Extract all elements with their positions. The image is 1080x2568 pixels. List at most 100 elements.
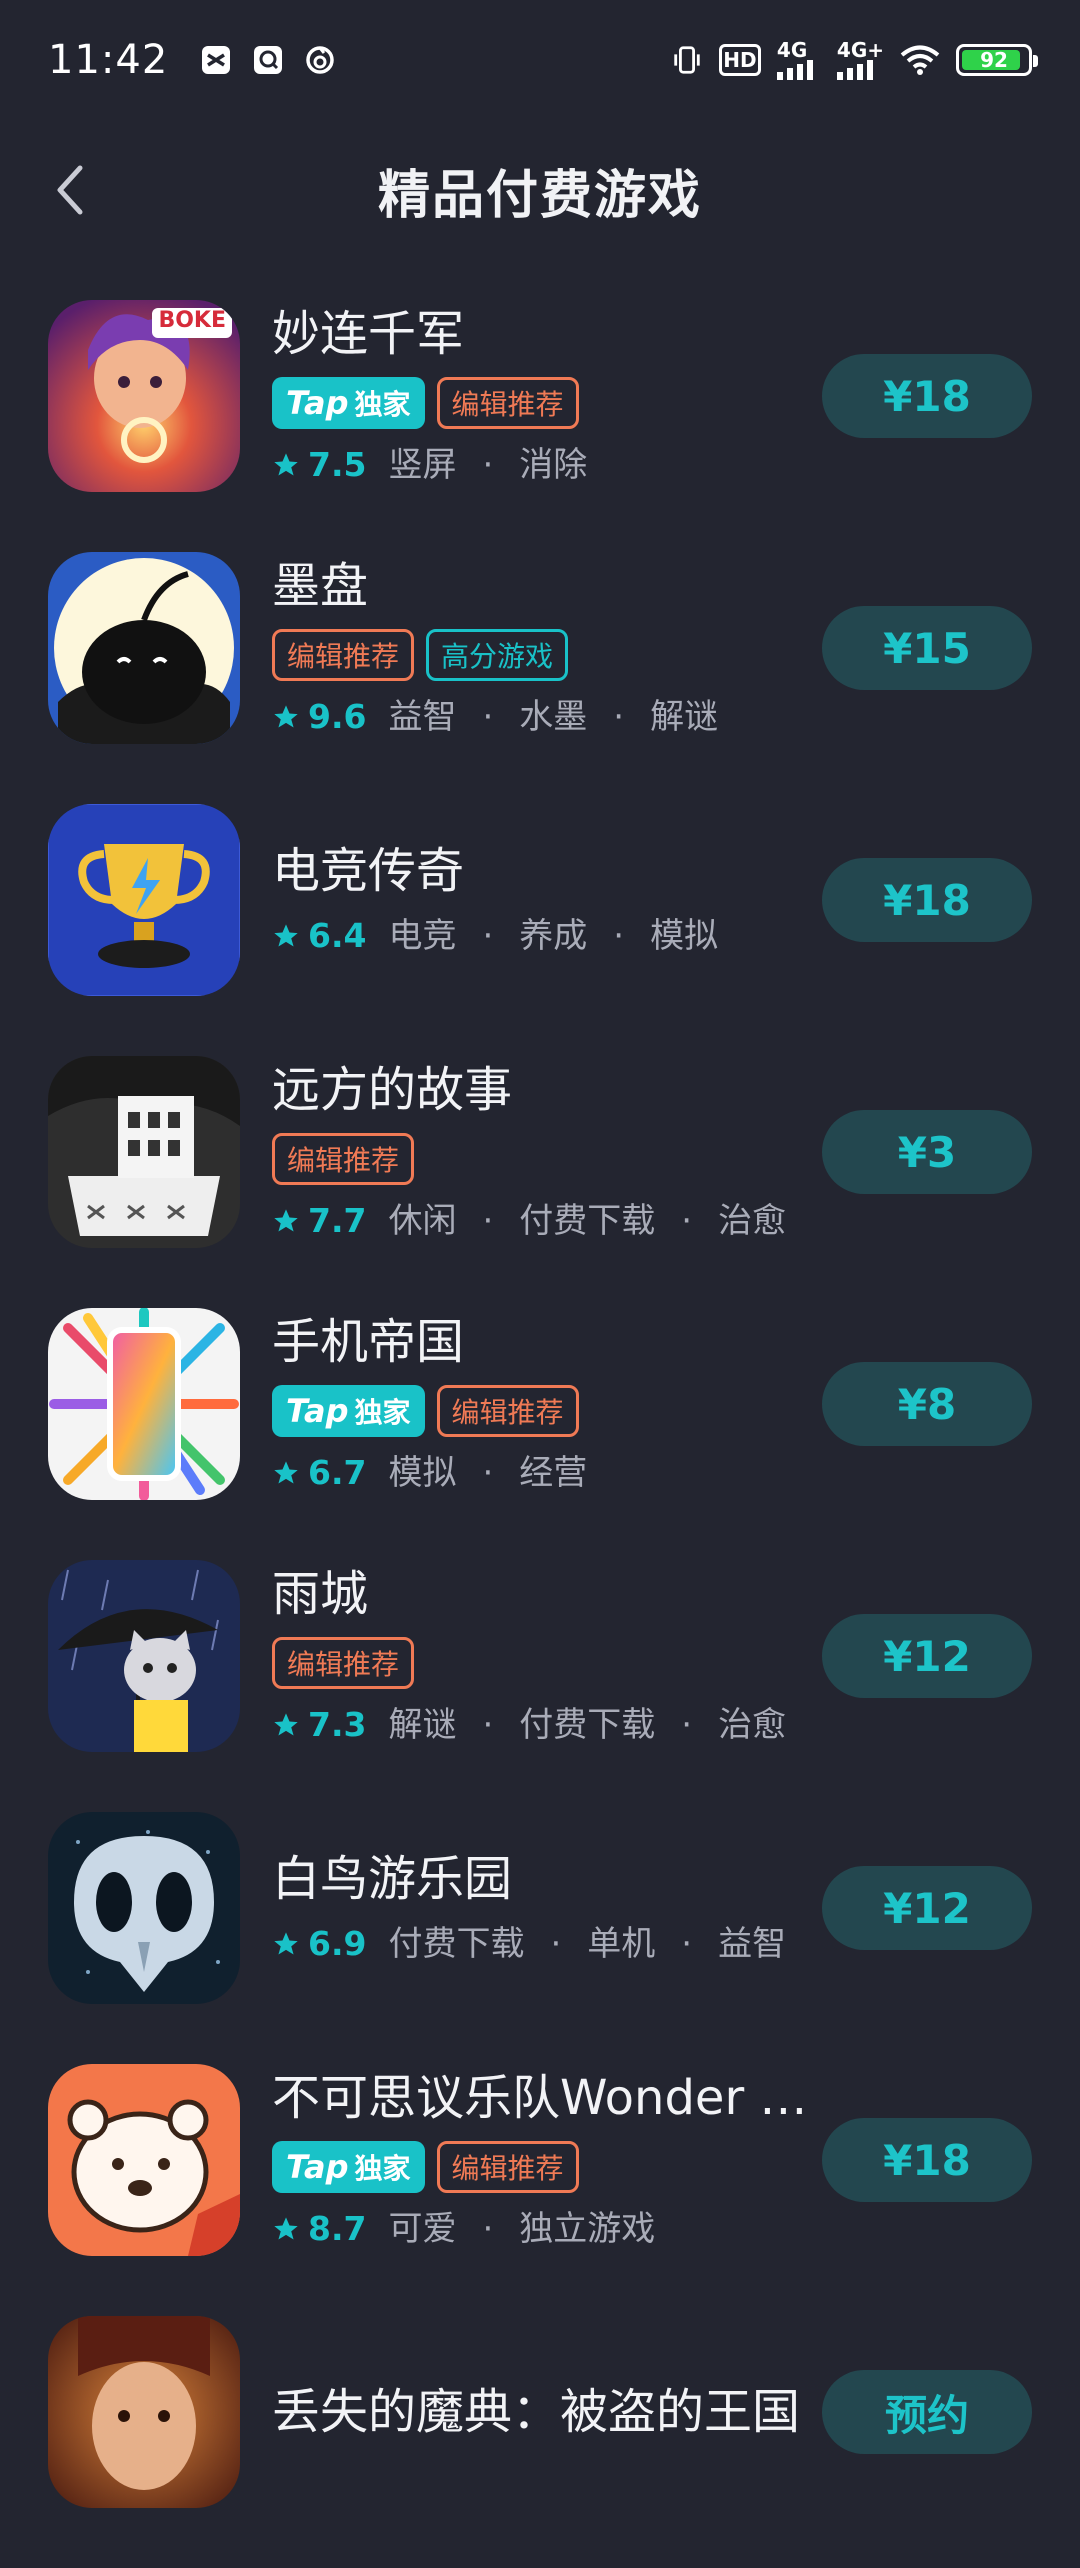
price-button[interactable]: ¥3 xyxy=(822,1110,1032,1194)
separator-dot: · xyxy=(681,1924,693,1964)
rating: 6.4 xyxy=(308,916,367,955)
icon-badge: BOKE xyxy=(158,308,226,333)
game-icon[interactable] xyxy=(48,552,240,744)
genre-tag: 消除 xyxy=(519,445,588,485)
genre-tag: 益智 xyxy=(718,1924,787,1964)
meta-row: 8.7 可爱 · 独立游戏 xyxy=(272,2207,812,2251)
separator-dot: · xyxy=(482,445,494,485)
genre-tag: 单机 xyxy=(587,1924,656,1964)
game-list: BOKE 妙连千军 Tap 独家 编辑推荐 7.5 竖屏 · 消除 ¥18 墨盘… xyxy=(0,300,1080,2568)
separator-dot: · xyxy=(482,1453,494,1493)
high-score-tag: 高分游戏 xyxy=(426,629,569,681)
genre-tag: 付费下载 xyxy=(388,1924,525,1964)
price-button[interactable]: ¥12 xyxy=(822,1866,1032,1950)
genre-tag: 解谜 xyxy=(388,1705,457,1745)
game-name: 雨城 xyxy=(272,1566,369,1622)
game-icon[interactable] xyxy=(48,1308,240,1500)
back-arrow-icon xyxy=(57,165,83,215)
rating: 8.7 xyxy=(308,2209,367,2248)
tap-exclusive-tag: Tap 独家 xyxy=(272,2141,425,2193)
price-button[interactable]: ¥15 xyxy=(822,606,1032,690)
game-icon[interactable] xyxy=(48,1812,240,2004)
separator-dot: · xyxy=(482,1201,494,1241)
star-icon xyxy=(274,1209,298,1232)
signal-2: 4G+ xyxy=(836,40,884,80)
game-name: 不可思议乐队Wonder … xyxy=(272,2070,808,2126)
genre-tag: 水墨 xyxy=(519,697,588,737)
genre-tag: 付费下载 xyxy=(519,1705,656,1745)
genre-tag: 竖屏 xyxy=(388,445,457,485)
tag-row: 编辑推荐 高分游戏 xyxy=(272,629,812,681)
game-name: 白鸟游乐园 xyxy=(272,1851,513,1907)
meta-row: 6.9 付费下载 · 单机 · 益智 xyxy=(272,1922,812,1966)
game-list-item[interactable]: 雨城 编辑推荐 7.3 解谜 · 付费下载 · 治愈 ¥12 xyxy=(0,1560,1080,1812)
genre-tag: 模拟 xyxy=(650,916,719,956)
status-bar: 11:42 HD 4G 4G+ 92 xyxy=(0,0,1080,120)
game-icon[interactable] xyxy=(48,2316,240,2508)
star-icon xyxy=(274,705,298,728)
separator-dot: · xyxy=(550,1924,562,1964)
game-list-item[interactable]: 电竞传奇 6.4 电竞 · 养成 · 模拟 ¥18 xyxy=(0,804,1080,1056)
price-button[interactable]: ¥18 xyxy=(822,354,1032,438)
game-icon[interactable] xyxy=(48,1056,240,1248)
star-icon xyxy=(274,453,298,476)
rating: 6.7 xyxy=(308,1453,367,1492)
separator-dot: · xyxy=(482,2209,494,2249)
game-name: 墨盘 xyxy=(272,558,369,614)
genre-tag: 治愈 xyxy=(718,1705,787,1745)
game-icon[interactable]: BOKE xyxy=(48,300,240,492)
back-button[interactable] xyxy=(40,160,100,220)
game-icon[interactable] xyxy=(48,2064,240,2256)
price-button[interactable]: ¥12 xyxy=(822,1614,1032,1698)
genre-tag: 可爱 xyxy=(388,2209,457,2249)
separator-dot: · xyxy=(681,1201,693,1241)
page-title: 精品付费游戏 xyxy=(377,165,702,226)
meta-row: 9.6 益智 · 水墨 · 解谜 xyxy=(272,695,812,739)
game-info: 电竞传奇 6.4 电竞 · 养成 · 模拟 xyxy=(272,804,812,996)
editor-pick-tag: 编辑推荐 xyxy=(272,1637,415,1689)
game-info: 墨盘 编辑推荐 高分游戏 9.6 益智 · 水墨 · 解谜 xyxy=(272,552,812,744)
tag-row: Tap 独家 编辑推荐 xyxy=(272,1385,812,1437)
genre-tag: 经营 xyxy=(519,1453,588,1493)
editor-pick-tag: 编辑推荐 xyxy=(436,377,579,429)
genre-tag: 益智 xyxy=(388,697,457,737)
game-list-item[interactable]: 手机帝国 Tap 独家 编辑推荐 6.7 模拟 · 经营 ¥8 xyxy=(0,1308,1080,1560)
game-list-item[interactable]: 墨盘 编辑推荐 高分游戏 9.6 益智 · 水墨 · 解谜 ¥15 xyxy=(0,552,1080,804)
tag-row: 编辑推荐 xyxy=(272,1133,812,1185)
signal-1: 4G xyxy=(776,40,821,80)
game-name: 电竞传奇 xyxy=(272,843,465,899)
price-button[interactable]: ¥18 xyxy=(822,2118,1032,2202)
rating: 6.9 xyxy=(308,1924,367,1963)
game-icon[interactable] xyxy=(48,804,240,996)
status-left: 11:42 xyxy=(48,37,336,83)
star-icon xyxy=(274,924,298,947)
game-icon[interactable] xyxy=(48,1560,240,1752)
game-info: 妙连千军 Tap 独家 编辑推荐 7.5 竖屏 · 消除 xyxy=(272,300,812,492)
reserve-button[interactable]: 预约 xyxy=(822,2370,1032,2454)
star-icon xyxy=(274,1461,298,1484)
separator-dot: · xyxy=(482,1705,494,1745)
hd-voice-icon: HD xyxy=(718,44,761,76)
meta-row: 7.3 解谜 · 付费下载 · 治愈 xyxy=(272,1703,812,1747)
genre-tag: 独立游戏 xyxy=(519,2209,656,2249)
game-list-item[interactable]: 不可思议乐队Wonder … Tap 独家 编辑推荐 8.7 可爱 · 独立游戏 … xyxy=(0,2064,1080,2316)
game-name: 妙连千军 xyxy=(272,306,465,362)
price-button[interactable]: ¥18 xyxy=(822,858,1032,942)
genre-tag: 养成 xyxy=(519,916,588,956)
star-icon xyxy=(274,1932,298,1955)
status-time: 11:42 xyxy=(48,37,169,83)
game-list-item[interactable]: 丢失的魔典：被盗的王国 预约 xyxy=(0,2316,1080,2568)
editor-pick-tag: 编辑推荐 xyxy=(272,1133,415,1185)
separator-dot: · xyxy=(482,697,494,737)
signal-icon xyxy=(776,60,813,80)
editor-pick-tag: 编辑推荐 xyxy=(272,629,415,681)
tag-row: Tap 独家 编辑推荐 xyxy=(272,2141,812,2193)
price-button[interactable]: ¥8 xyxy=(822,1362,1032,1446)
game-list-item[interactable]: 远方的故事 编辑推荐 7.7 休闲 · 付费下载 · 治愈 ¥3 xyxy=(0,1056,1080,1308)
battery-level: 92 xyxy=(980,48,1008,72)
game-list-item[interactable]: BOKE 妙连千军 Tap 独家 编辑推荐 7.5 竖屏 · 消除 ¥18 xyxy=(0,300,1080,552)
game-list-item[interactable]: 白鸟游乐园 6.9 付费下载 · 单机 · 益智 ¥12 xyxy=(0,1812,1080,2064)
rating: 7.5 xyxy=(308,445,367,484)
game-info: 远方的故事 编辑推荐 7.7 休闲 · 付费下载 · 治愈 xyxy=(272,1056,812,1248)
genre-tag: 休闲 xyxy=(388,1201,457,1241)
